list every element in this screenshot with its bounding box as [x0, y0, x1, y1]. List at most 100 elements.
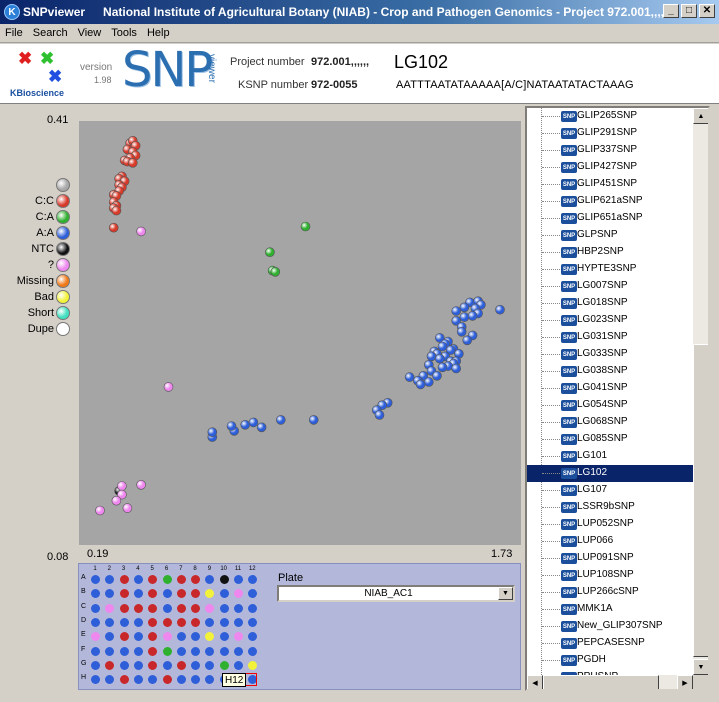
plate-well[interactable]	[191, 617, 201, 627]
assay-list-item[interactable]: SNP LUP066	[527, 533, 693, 550]
scroll-right-icon[interactable]: ▶	[677, 675, 693, 689]
plate-well[interactable]	[219, 646, 229, 656]
plate-well[interactable]	[91, 589, 100, 599]
data-point[interactable]	[459, 302, 470, 313]
assay-list-item[interactable]: SNP LG038SNP	[527, 363, 693, 380]
assay-list-item[interactable]: SNP LUP052SNP	[527, 516, 693, 533]
data-point[interactable]	[117, 481, 127, 491]
plate-well[interactable]	[91, 660, 100, 670]
plate-well[interactable]	[162, 589, 172, 599]
plate-well[interactable]	[91, 617, 100, 627]
plate-well[interactable]	[105, 603, 115, 613]
plate-well[interactable]	[148, 660, 158, 670]
plate-well[interactable]	[133, 646, 143, 656]
plate-well[interactable]	[162, 575, 172, 584]
plate-well[interactable]	[176, 646, 186, 656]
data-point[interactable]	[265, 247, 275, 257]
plate-well[interactable]	[105, 646, 115, 656]
data-point[interactable]	[95, 505, 105, 516]
assay-list-item[interactable]: SNP HYPTE3SNP	[527, 261, 693, 278]
assay-list-item[interactable]: SNP LG085SNP	[527, 431, 693, 448]
scroll-up-icon[interactable]: ▲	[693, 108, 708, 124]
data-point[interactable]	[415, 379, 426, 390]
plate-well[interactable]	[119, 646, 129, 656]
data-point[interactable]	[308, 415, 319, 425]
legend-dot-icon[interactable]	[56, 177, 70, 192]
plate-well[interactable]	[234, 589, 243, 599]
plate-well[interactable]	[248, 603, 258, 613]
plate-well[interactable]	[205, 660, 215, 670]
scatter-svg[interactable]	[79, 121, 521, 545]
plate-well[interactable]	[133, 632, 143, 642]
assay-list-item[interactable]: SNP PGDH	[527, 652, 693, 669]
menu-file[interactable]: File	[0, 27, 28, 39]
assay-list-item[interactable]: SNP LUP266cSNP	[527, 584, 693, 601]
plate-well[interactable]	[176, 589, 186, 599]
plate-well[interactable]	[105, 632, 115, 642]
legend-dot-icon[interactable]	[56, 193, 70, 208]
plate-well[interactable]	[248, 589, 258, 599]
data-point[interactable]	[127, 157, 138, 168]
data-point[interactable]	[300, 221, 311, 232]
vertical-scroll-thumb[interactable]	[693, 344, 708, 657]
plate-well[interactable]	[219, 617, 229, 627]
data-point[interactable]	[136, 226, 146, 237]
plate-well[interactable]	[219, 575, 229, 584]
plate-well[interactable]	[162, 646, 172, 656]
assay-list-item[interactable]: SNP HBP2SNP	[527, 244, 693, 261]
plate-well[interactable]	[191, 575, 201, 584]
data-point[interactable]	[467, 311, 478, 321]
plate-well[interactable]	[91, 675, 100, 685]
plate-well[interactable]	[148, 617, 158, 627]
plate-well[interactable]	[133, 675, 143, 685]
data-point[interactable]	[437, 362, 448, 373]
assay-list-item[interactable]: SNP LG041SNP	[527, 380, 693, 397]
assay-list-item[interactable]: SNP LG102	[527, 465, 693, 482]
plate-well[interactable]	[176, 632, 186, 642]
data-point[interactable]	[426, 351, 437, 362]
plate-well[interactable]	[234, 632, 243, 642]
data-point[interactable]	[423, 377, 434, 387]
plate-well[interactable]	[148, 632, 158, 642]
data-point[interactable]	[256, 422, 267, 433]
assay-list-item[interactable]: SNP GLIP291SNP	[527, 125, 693, 142]
vertical-scrollbar[interactable]: ▲ ▼	[693, 108, 708, 675]
assay-list-item[interactable]: SNP LG018SNP	[527, 295, 693, 312]
assay-list-item[interactable]: SNP MMK1A	[527, 601, 693, 618]
data-point[interactable]	[456, 327, 467, 337]
legend-dot-icon[interactable]	[56, 321, 70, 336]
legend-dot-icon[interactable]	[56, 225, 70, 240]
plate-well[interactable]	[205, 646, 215, 656]
plate-well[interactable]	[119, 575, 129, 584]
legend-dot-icon[interactable]	[56, 241, 70, 256]
assay-list-item[interactable]: SNP GLPSNP	[527, 227, 693, 244]
plate-well[interactable]	[219, 632, 229, 642]
plate-well[interactable]	[191, 660, 201, 670]
plate-well[interactable]	[133, 589, 143, 599]
plate-well[interactable]	[133, 575, 143, 584]
plate-well[interactable]	[191, 589, 201, 599]
plate-well[interactable]	[119, 660, 129, 670]
menu-tools[interactable]: Tools	[106, 27, 142, 39]
data-point[interactable]	[495, 304, 505, 315]
assay-list[interactable]: SNP GLIP265SNP SNP GLIP291SNP SNP GLIP337SNP S…	[527, 108, 693, 675]
plate-well[interactable]	[133, 617, 143, 627]
assay-list-item[interactable]: SNP LG054SNP	[527, 397, 693, 414]
data-point[interactable]	[374, 410, 385, 420]
plate-well[interactable]	[248, 617, 258, 627]
data-point[interactable]	[111, 495, 122, 506]
plate-well[interactable]	[248, 632, 258, 642]
plate-well[interactable]	[119, 675, 129, 685]
plate-well[interactable]	[162, 660, 172, 670]
data-point[interactable]	[451, 306, 462, 316]
plate-well[interactable]	[205, 575, 215, 584]
data-point[interactable]	[276, 415, 286, 425]
plate-well[interactable]	[248, 575, 258, 584]
data-point[interactable]	[108, 222, 119, 233]
plate-well[interactable]	[148, 646, 158, 656]
plate-well[interactable]	[205, 675, 215, 685]
plate-well[interactable]	[148, 675, 158, 685]
assay-list-item[interactable]: SNP GLIP427SNP	[527, 159, 693, 176]
scroll-down-icon[interactable]: ▼	[693, 659, 708, 675]
data-point[interactable]	[122, 503, 133, 513]
